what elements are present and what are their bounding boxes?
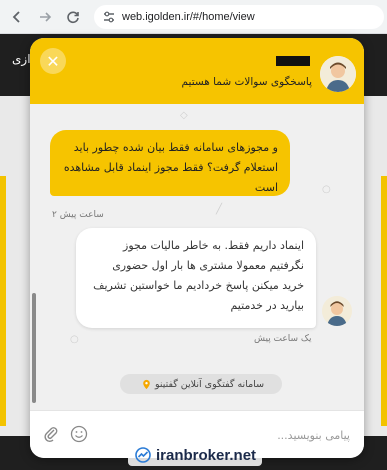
background-pattern: ○ <box>322 184 331 195</box>
message-timestamp: ۲ ساعت پیش <box>52 210 104 220</box>
site-nav-text[interactable]: ازی <box>12 52 31 66</box>
chat-widget: ✕ پاسخگوی سوالات شما هستیم ◇ ○ ╱ ○ ◇ و م… <box>30 38 364 458</box>
avatar <box>320 56 356 92</box>
chat-header: ✕ پاسخگوی سوالات شما هستیم <box>30 38 364 104</box>
background-pattern: ○ <box>70 334 79 345</box>
url-text: web.igolden.ir/#/home/view <box>122 10 255 23</box>
watermark: iranbroker.net <box>128 444 263 466</box>
back-icon[interactable] <box>6 6 28 28</box>
agent-message-bubble: اینماد داریم فقط. به خاطر مالیات مجوز نگ… <box>76 228 316 328</box>
page-accent-left <box>0 176 6 426</box>
page-accent-right <box>381 176 387 426</box>
avatar <box>322 296 352 326</box>
watermark-logo-icon <box>135 447 151 463</box>
forward-icon[interactable] <box>34 6 56 28</box>
badge-text: سامانه گفتگوی آنلاین گفتینو <box>154 378 265 390</box>
background-pattern: ◇ <box>180 110 188 121</box>
reload-icon[interactable] <box>62 6 84 28</box>
user-message-bubble: و مجوزهای سامانه فقط بیان شده چطور باید … <box>50 130 290 196</box>
background-pattern: ╱ <box>216 204 223 215</box>
address-bar[interactable]: web.igolden.ir/#/home/view <box>94 4 384 29</box>
message-timestamp: یک ساعت پیش <box>254 334 312 344</box>
chat-subtitle: پاسخگوی سوالات شما هستیم <box>181 76 312 88</box>
close-icon[interactable]: ✕ <box>40 48 66 74</box>
agent-name-redacted <box>276 56 310 66</box>
location-pin-icon <box>143 379 150 389</box>
browser-toolbar: web.igolden.ir/#/home/view <box>0 0 387 34</box>
emoji-icon[interactable] <box>70 425 88 443</box>
watermark-text: iranbroker.net <box>156 446 257 464</box>
attach-icon[interactable] <box>42 425 60 443</box>
powered-by-badge[interactable]: سامانه گفتگوی آنلاین گفتینو <box>120 374 282 394</box>
site-info-icon[interactable] <box>102 10 116 24</box>
scrollbar[interactable] <box>32 293 36 403</box>
